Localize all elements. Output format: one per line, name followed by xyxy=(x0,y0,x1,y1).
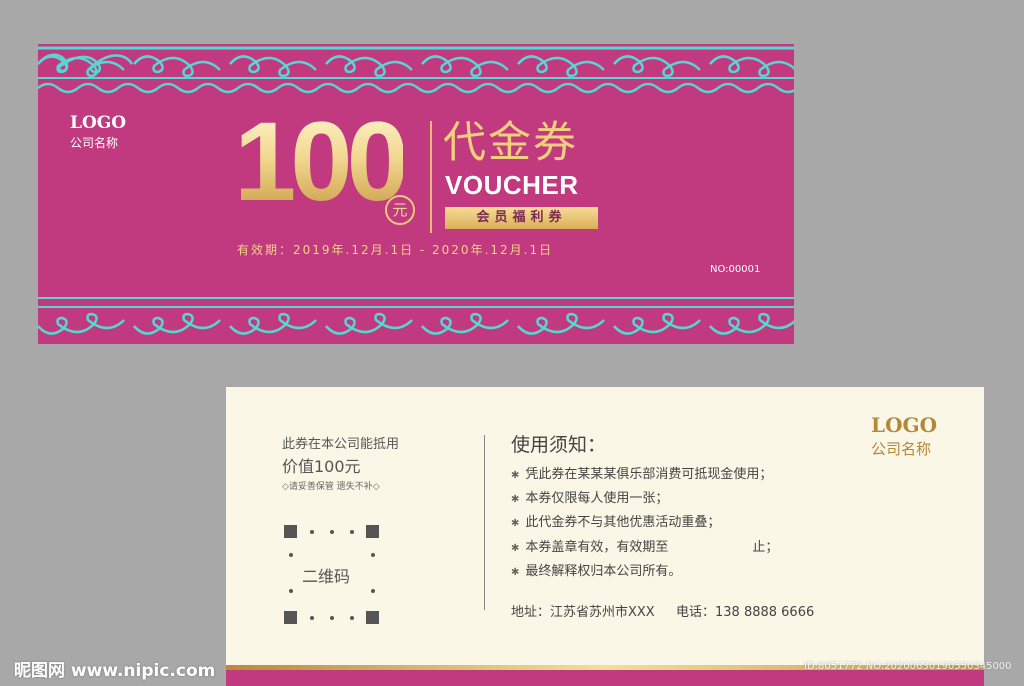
star-icon: ✱ xyxy=(511,543,520,554)
keep-note: ◇请妥善保管 遗失不补◇ xyxy=(282,482,380,492)
voucher-title-cn: 代金券 xyxy=(443,118,578,168)
front-logo: LOGO xyxy=(70,113,127,133)
site-watermark: 昵图网 www.nipic.com xyxy=(14,661,216,681)
address: 地址：江苏省苏州市XXX xyxy=(511,605,655,620)
validity-period: 有效期：2019年.12月.1日 - 2020年.12月.1日 xyxy=(237,243,554,257)
voucher-amount: 100 xyxy=(234,99,409,224)
bottom-ornament-band xyxy=(38,297,794,335)
id-watermark: ID:8051772 NO:20200630190550345000 xyxy=(804,661,1012,672)
rule-item: ✱ 最终解释权归本公司所有。 xyxy=(511,564,682,579)
rule-item: ✱ 本券盖章有效，有效期至 止； xyxy=(511,540,779,555)
notice-title: 使用须知： xyxy=(511,434,607,456)
voucher-title-en: VOUCHER xyxy=(445,170,579,200)
star-icon: ✱ xyxy=(511,518,520,529)
qr-label: 二维码 xyxy=(302,567,351,586)
rule-item: ✱ 本券仅限每人使用一张； xyxy=(511,491,669,506)
back-logo: LOGO xyxy=(871,413,937,437)
member-tag: 会员福利券 xyxy=(445,207,598,229)
title-divider xyxy=(430,121,432,233)
star-icon: ✱ xyxy=(511,567,520,578)
front-company-name: 公司名称 xyxy=(70,136,119,150)
top-ornament-band xyxy=(38,44,794,100)
redeem-line-1: 此券在本公司能抵用 xyxy=(282,437,400,452)
voucher-front: LOGO 公司名称 100 元 代金券 VOUCHER 会员福利券 有效期：20… xyxy=(38,44,794,344)
voucher-back: 此券在本公司能抵用 价值100元 ◇请妥善保管 遗失不补◇ 二维码 使用须知： … xyxy=(226,387,984,686)
back-divider xyxy=(484,435,485,610)
phone: 电话：138 8888 6666 xyxy=(676,605,815,620)
redeem-line-2: 价值100元 xyxy=(282,457,361,476)
rule-item: ✱ 凭此券在某某某俱乐部消费可抵现金使用； xyxy=(511,467,773,482)
star-icon: ✱ xyxy=(511,470,520,481)
back-company-name: 公司名称 xyxy=(871,440,932,458)
star-icon: ✱ xyxy=(511,494,520,505)
serial-number: NO:00001 xyxy=(710,264,761,275)
currency-badge: 元 xyxy=(385,195,415,225)
magenta-strip xyxy=(226,670,984,686)
rule-item: ✱ 此代金券不与其他优惠活动重叠； xyxy=(511,515,721,530)
